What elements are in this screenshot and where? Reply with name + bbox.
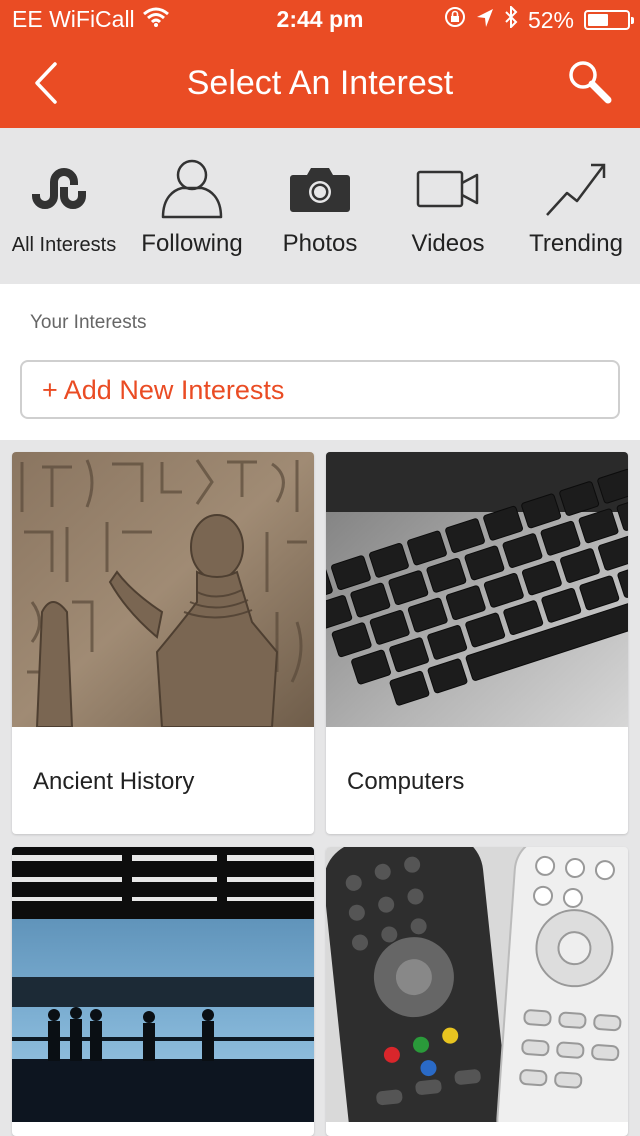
tab-label: Photos — [282, 230, 358, 257]
interest-image — [326, 452, 628, 727]
status-bar: EE WiFiCall 2:44 pm 52% — [0, 0, 640, 40]
battery-percent: 52% — [527, 6, 574, 33]
add-new-interests-button[interactable]: + Add New Interests — [20, 360, 620, 419]
tab-label: All Interests — [11, 234, 117, 256]
interest-card-ancient-history[interactable]: Ancient History — [12, 452, 314, 834]
tab-trending[interactable]: Trending — [512, 128, 640, 284]
tab-label: Trending — [529, 230, 623, 257]
interest-card[interactable] — [326, 847, 628, 1136]
status-indicators: 52% — [444, 4, 634, 34]
tab-all-interests[interactable]: All Interests — [0, 128, 128, 284]
tab-label: Videos — [411, 230, 485, 257]
tab-videos[interactable]: Videos — [384, 128, 512, 284]
section-title: Your Interests — [30, 312, 147, 333]
add-button-label: + Add New Interests — [42, 375, 285, 405]
interest-image — [12, 452, 314, 727]
camera-icon — [256, 154, 384, 224]
stumbleupon-logo-icon — [0, 154, 128, 224]
tab-following[interactable]: Following — [128, 128, 256, 284]
page-title: Select An Interest — [186, 64, 454, 102]
search-icon — [569, 61, 612, 104]
interest-name: Computers — [347, 768, 465, 795]
battery-fill — [588, 14, 608, 26]
interest-image — [12, 847, 314, 1122]
interest-name: Ancient History — [33, 768, 195, 795]
rotation-lock-icon — [444, 6, 466, 34]
nav-bar: Select An Interest — [0, 40, 640, 128]
person-icon — [128, 154, 256, 224]
your-interests-section: Your Interests + Add New Interests — [0, 284, 640, 440]
interest-card[interactable] — [12, 847, 314, 1136]
battery-icon — [584, 10, 634, 30]
tab-photos[interactable]: Photos — [256, 128, 384, 284]
trending-up-icon — [512, 154, 640, 224]
interest-card-computers[interactable]: Computers — [326, 452, 628, 834]
category-tabs: All Interests Following Photos Videos Tr… — [0, 128, 640, 284]
video-camera-icon — [384, 154, 512, 224]
app-header: EE WiFiCall 2:44 pm 52% Select An Intere… — [0, 0, 640, 128]
tab-label: Following — [141, 230, 243, 257]
interest-image — [326, 847, 628, 1122]
location-arrow-icon — [476, 7, 494, 34]
bluetooth-icon — [504, 4, 518, 34]
search-button[interactable] — [566, 58, 614, 106]
